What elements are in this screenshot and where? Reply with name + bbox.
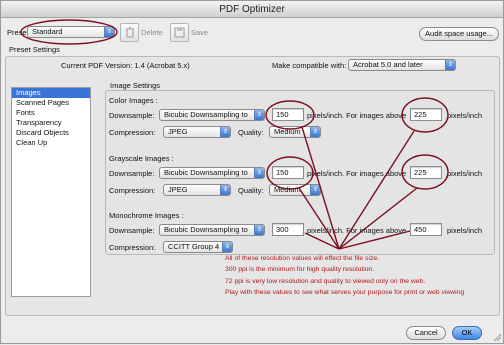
- color-end-label: pixels/inch: [447, 111, 483, 120]
- color-compression-select[interactable]: JPEG ⇕: [163, 126, 231, 138]
- window-title: PDF Optimizer: [1, 1, 503, 18]
- compatibility-value: Acrobat 5.0 and later: [353, 60, 423, 69]
- color-images-heading: Color Images :: [109, 96, 158, 105]
- color-ppi-input[interactable]: 150: [272, 108, 304, 121]
- monochrome-downsample-value: Bicubic Downsampling to: [164, 225, 248, 234]
- compatibility-select[interactable]: Acrobat 5.0 and later ⇕: [348, 59, 456, 71]
- grayscale-downsample-value: Bicubic Downsampling to: [164, 168, 248, 177]
- monochrome-compression-label: Compression:: [109, 243, 156, 252]
- monochrome-end-label: pixels/inch: [447, 226, 483, 235]
- save-button[interactable]: Save: [170, 23, 208, 42]
- color-quality-value: Medium: [274, 127, 301, 136]
- color-downsample-label: Downsample:: [109, 111, 155, 120]
- chevron-updown-icon: ⇕: [254, 225, 264, 235]
- chevron-updown-icon: ⇕: [220, 127, 230, 137]
- annotation-notes: All of these resolution values will effe…: [225, 253, 464, 298]
- monochrome-ppi-input[interactable]: 300: [272, 223, 304, 236]
- sidebar-item-images[interactable]: Images: [12, 88, 90, 98]
- chevron-updown-icon: ⇕: [104, 27, 114, 37]
- color-compression-label: Compression:: [109, 128, 156, 137]
- monochrome-compression-value: CCITT Group 4: [168, 242, 220, 251]
- grayscale-downsample-label: Downsample:: [109, 169, 155, 178]
- grayscale-compression-label: Compression:: [109, 186, 156, 195]
- preset-settings-label: Preset Settings: [9, 45, 60, 54]
- monochrome-downsample-select[interactable]: Bicubic Downsampling to ⇕: [159, 224, 265, 236]
- chevron-updown-icon: ⇕: [445, 60, 455, 70]
- ok-button[interactable]: OK: [452, 326, 482, 340]
- monochrome-compression-select[interactable]: CCITT Group 4 ⇕: [163, 241, 233, 253]
- preset-value: Standard: [32, 27, 63, 36]
- annotation-line: All of these resolution values will effe…: [225, 255, 380, 262]
- resize-grip-icon[interactable]: [492, 332, 502, 342]
- annotation-line: 72 ppi is very low resolution and qualit…: [225, 277, 426, 285]
- color-quality-select[interactable]: Medium ⇕: [269, 126, 321, 138]
- chevron-updown-icon: ⇕: [310, 127, 320, 137]
- sidebar-item-scanned-pages[interactable]: Scanned Pages: [12, 98, 90, 108]
- grayscale-images-heading: Grayscale Images :: [109, 154, 174, 163]
- color-above-label: pixels/inch. For images above: [307, 111, 407, 120]
- grayscale-compression-value: JPEG: [168, 185, 188, 194]
- current-pdf-version: Current PDF Version: 1.4 (Acrobat 5.x): [61, 61, 190, 70]
- settings-category-list: Images Scanned Pages Fonts Transparency …: [11, 87, 91, 297]
- compat-label: Make compatible with:: [272, 61, 347, 70]
- pdf-optimizer-window: PDF Optimizer Preset: Standard ⇕ Delete …: [0, 0, 504, 344]
- monochrome-above-input[interactable]: 450: [410, 223, 442, 236]
- monochrome-images-heading: Monochrome Images :: [109, 211, 184, 220]
- trash-icon: [120, 23, 139, 42]
- chevron-updown-icon: ⇕: [220, 185, 230, 195]
- grayscale-above-label: pixels/inch. For images above: [307, 169, 407, 178]
- monochrome-downsample-label: Downsample:: [109, 226, 155, 235]
- audit-space-usage-button[interactable]: Audit space usage...: [419, 27, 499, 41]
- preset-select[interactable]: Standard ⇕: [27, 26, 115, 38]
- floppy-disk-icon: [170, 23, 189, 42]
- sidebar-item-transparency[interactable]: Transparency: [12, 118, 90, 128]
- grayscale-end-label: pixels/inch: [447, 169, 483, 178]
- grayscale-quality-select[interactable]: Medium ⇕: [269, 184, 321, 196]
- color-compression-value: JPEG: [168, 127, 188, 136]
- grayscale-quality-value: Medium: [274, 185, 301, 194]
- sidebar-item-discard-objects[interactable]: Discard Objects: [12, 128, 90, 138]
- delete-label: Delete: [141, 28, 163, 37]
- chevron-updown-icon: ⇕: [254, 110, 264, 120]
- chevron-updown-icon: ⇕: [310, 185, 320, 195]
- chevron-updown-icon: ⇕: [254, 168, 264, 178]
- color-quality-label: Quality:: [238, 128, 264, 137]
- sidebar-item-clean-up[interactable]: Clean Up: [12, 138, 90, 148]
- grayscale-compression-select[interactable]: JPEG ⇕: [163, 184, 231, 196]
- save-label: Save: [191, 28, 209, 37]
- monochrome-above-label: pixels/inch. For images above: [307, 226, 407, 235]
- color-above-input[interactable]: 225: [410, 108, 442, 121]
- annotation-line: 300 ppi is the minimum for high quality …: [225, 266, 375, 274]
- sidebar-item-fonts[interactable]: Fonts: [12, 108, 90, 118]
- color-downsample-select[interactable]: Bicubic Downsampling to ⇕: [159, 109, 265, 121]
- grayscale-above-input[interactable]: 225: [410, 166, 442, 179]
- grayscale-downsample-select[interactable]: Bicubic Downsampling to ⇕: [159, 167, 265, 179]
- chevron-updown-icon: ⇕: [222, 242, 232, 252]
- grayscale-ppi-input[interactable]: 150: [272, 166, 304, 179]
- cancel-button[interactable]: Cancel: [406, 326, 446, 340]
- delete-button[interactable]: Delete: [120, 23, 163, 42]
- color-downsample-value: Bicubic Downsampling to: [164, 110, 248, 119]
- grayscale-quality-label: Quality:: [238, 186, 264, 195]
- annotation-line: Play with these values to see what serve…: [225, 288, 465, 296]
